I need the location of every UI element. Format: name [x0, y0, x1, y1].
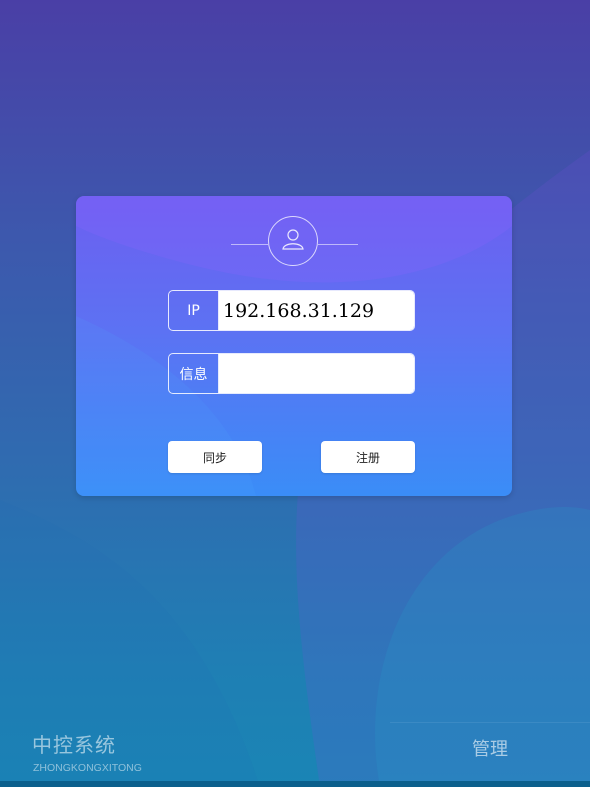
avatar-line-left	[231, 244, 268, 245]
ip-field: IP	[168, 290, 415, 331]
register-button[interactable]: 注册	[321, 441, 415, 473]
manage-link[interactable]: 管理	[472, 735, 508, 761]
brand-title: 中控系统	[32, 733, 116, 757]
brand-subtitle: ZHONGKONGXITONG	[33, 762, 142, 774]
avatar-line-right	[318, 244, 358, 245]
info-label: 信息	[169, 354, 219, 393]
avatar	[268, 216, 318, 266]
info-input[interactable]	[219, 354, 414, 393]
ip-label: IP	[169, 291, 219, 330]
ip-input[interactable]	[219, 291, 414, 330]
sync-button[interactable]: 同步	[168, 441, 262, 473]
bottom-strip	[0, 781, 590, 787]
footer-divider	[390, 722, 590, 723]
info-field: 信息	[168, 353, 415, 394]
user-icon	[281, 227, 305, 255]
